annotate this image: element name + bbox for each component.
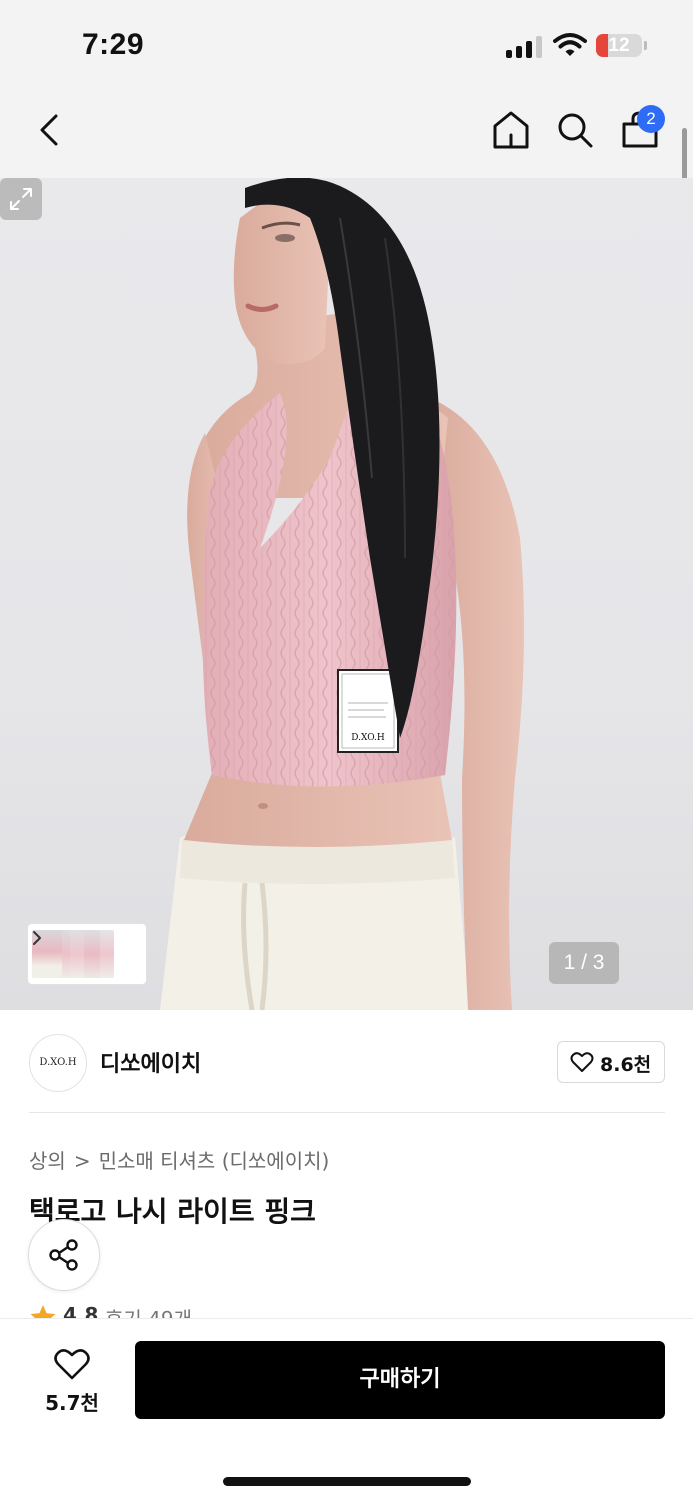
home-indicator <box>223 1477 471 1486</box>
status-time: 7:29 <box>82 28 145 61</box>
search-icon[interactable] <box>554 108 596 152</box>
brand-logo[interactable]: D.XO.H <box>29 1034 87 1092</box>
wishlist-count: 5.7천 <box>45 1391 99 1415</box>
thumbnail-strip[interactable] <box>28 924 146 984</box>
product-page: 7:29 12 2 D.XO.H 1 / 3 D.XO.H 디쏘에이치 8.6천… <box>0 0 693 1500</box>
heart-icon <box>54 1349 90 1380</box>
product-photo: D.XO.H <box>160 178 524 1010</box>
wifi-icon <box>553 33 587 56</box>
battery-level: 12 <box>608 35 630 56</box>
status-bar: 7:29 12 <box>0 0 693 90</box>
breadcrumb-subcategory[interactable]: 민소매 티셔츠 (디쏘에이치) <box>99 1149 330 1173</box>
label-patch-text: D.XO.H <box>351 733 385 743</box>
rating-score: 4.8 <box>63 1303 99 1319</box>
breadcrumb-category[interactable]: 상의 <box>29 1149 66 1173</box>
back-icon[interactable] <box>30 110 70 150</box>
review-count[interactable]: 후기 49개 <box>105 1303 192 1319</box>
divider <box>29 1112 665 1113</box>
cart-badge[interactable]: 2 <box>637 105 665 133</box>
heart-icon <box>570 1052 594 1072</box>
image-counter: 1 / 3 <box>549 942 619 984</box>
share-icon <box>49 1239 78 1271</box>
brand-like-count: 8.6천 <box>600 1054 652 1076</box>
brand-row[interactable]: D.XO.H 디쏘에이치 8.6천 <box>0 1012 693 1112</box>
battery-icon: 12 <box>596 34 642 57</box>
brand-name[interactable]: 디쏘에이치 <box>100 1046 201 1078</box>
breadcrumb: 상의 > 민소매 티셔츠 (디쏘에이치) <box>29 1145 329 1174</box>
battery-tip <box>644 41 647 50</box>
star-icon <box>30 1305 56 1319</box>
home-icon[interactable] <box>490 108 532 152</box>
share-button[interactable] <box>28 1219 100 1291</box>
expand-icon[interactable] <box>0 178 42 220</box>
breadcrumb-separator: > <box>73 1149 91 1173</box>
cellular-signal-icon <box>506 36 544 58</box>
bottom-action-bar: 5.7천 구매하기 <box>0 1318 693 1500</box>
product-image[interactable]: D.XO.H 1 / 3 <box>0 178 693 1010</box>
thumbnail-3[interactable] <box>84 930 114 978</box>
brand-like-button[interactable]: 8.6천 <box>557 1041 665 1083</box>
nav-bar: 2 <box>0 90 693 178</box>
wishlist-button[interactable]: 5.7천 <box>30 1343 114 1419</box>
buy-button[interactable]: 구매하기 <box>135 1341 665 1419</box>
rating-row[interactable]: 4.8 후기 49개 <box>29 1303 329 1319</box>
chevron-right-icon[interactable] <box>28 924 48 952</box>
